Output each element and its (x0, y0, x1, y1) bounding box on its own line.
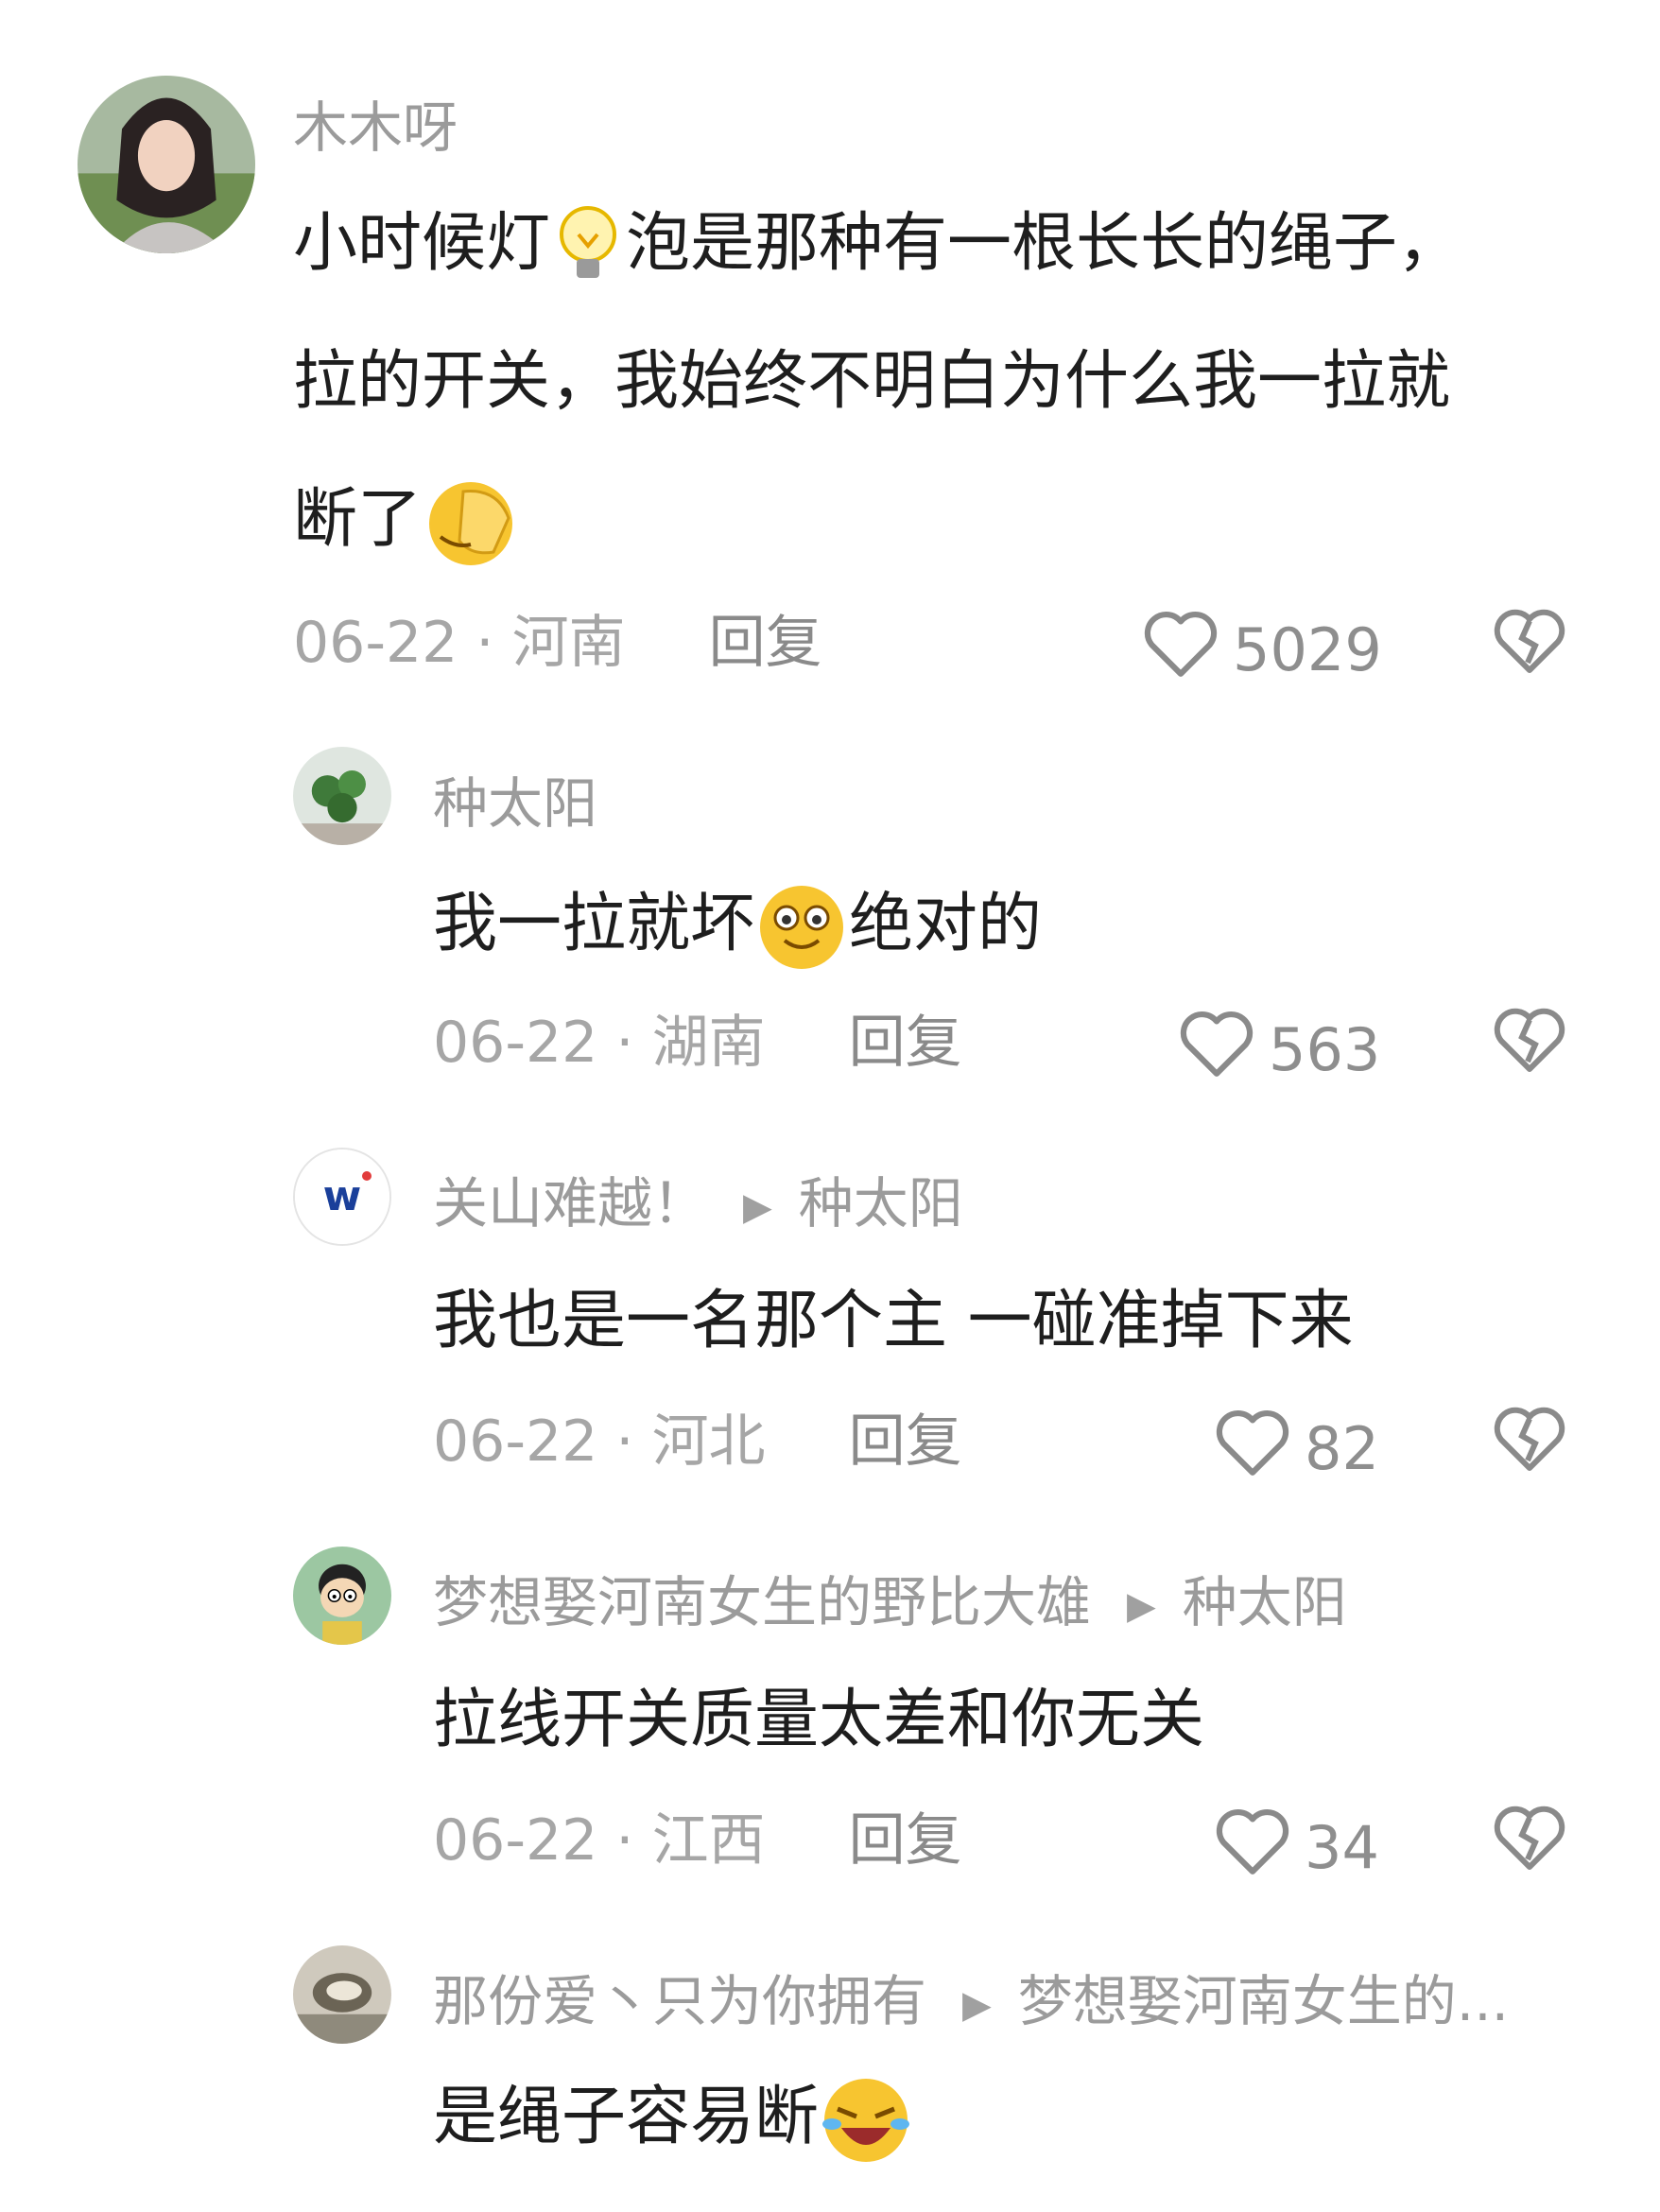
reply-target[interactable]: 梦想娶河南女生的... (1018, 1969, 1509, 2033)
comment-text-line: 断了 (293, 451, 520, 589)
facepalm-emoji (422, 476, 520, 569)
like-button[interactable]: 563 (1178, 1008, 1380, 1093)
avatar[interactable] (293, 1547, 391, 1645)
like-count: 34 (1305, 1813, 1379, 1882)
username-with-reply-target[interactable]: 关山难越！ ▶ 种太阳 (433, 1170, 963, 1240)
heart-outline-icon (1214, 1806, 1291, 1891)
comment-meta: 06-22 · 江西 回复 (433, 1807, 962, 1874)
reply-target[interactable]: 种太阳 (1183, 1570, 1347, 1634)
dislike-button[interactable] (1492, 1802, 1567, 1877)
smiling-face-emoji (754, 882, 849, 973)
avatar[interactable] (78, 76, 255, 253)
broken-heart-icon (1492, 1008, 1567, 1080)
reply-target[interactable]: 种太阳 (799, 1171, 963, 1236)
comment-text-line: 拉的开关，我始终不明白为什么我一拉就 (293, 344, 1451, 419)
username[interactable]: 木木呀 (293, 95, 458, 161)
laughing-crying-emoji (819, 2075, 913, 2166)
broken-heart-icon (1492, 609, 1567, 681)
reply-button[interactable]: 回复 (849, 1807, 962, 1874)
username[interactable]: 种太阳 (433, 770, 597, 837)
avatar[interactable] (293, 747, 391, 845)
svg-text:w: w (323, 1172, 362, 1220)
username[interactable]: 那份爱丶只为你拥有 (433, 1969, 926, 2033)
play-triangle-icon: ▶ (743, 1184, 772, 1229)
like-count: 5029 (1233, 615, 1382, 684)
username-with-reply-target[interactable]: 梦想娶河南女生的野比大雄 ▶ 种太阳 (433, 1569, 1347, 1639)
like-button[interactable]: 34 (1214, 1806, 1379, 1891)
reply-button[interactable]: 回复 (849, 1010, 962, 1076)
date-location: 06-22 · 河北 (433, 1408, 766, 1475)
username[interactable]: 关山难越！ (433, 1171, 707, 1236)
avatar[interactable]: w (293, 1148, 391, 1246)
comment-meta: 06-22 · 湖南 回复 (433, 1010, 962, 1076)
date-location: 06-22 · 江西 (433, 1807, 766, 1874)
heart-outline-icon (1178, 1008, 1255, 1093)
comment-text: 是绳子容易断 (433, 2048, 913, 2186)
play-triangle-icon: ▶ (962, 1982, 992, 2027)
comment-text: 我也是一名那个主 一碰准掉下来 (433, 1284, 1354, 1358)
comment-text: 我一拉就坏 绝对的 (433, 855, 1042, 994)
username-with-reply-target[interactable]: 那份爱丶只为你拥有 ▶ 梦想娶河南女生的... (433, 1968, 1509, 2038)
heart-outline-icon (1214, 1407, 1291, 1492)
like-button[interactable]: 5029 (1142, 608, 1382, 693)
like-count: 82 (1305, 1414, 1379, 1483)
dislike-button[interactable] (1492, 605, 1567, 681)
dislike-button[interactable] (1492, 1403, 1567, 1478)
broken-heart-icon (1492, 1407, 1567, 1478)
reply-button[interactable]: 回复 (849, 1408, 962, 1475)
avatar[interactable] (293, 1945, 391, 2044)
like-count: 563 (1269, 1015, 1381, 1084)
username[interactable]: 梦想娶河南女生的野比大雄 (433, 1570, 1091, 1634)
broken-heart-icon (1492, 1806, 1567, 1877)
comment-meta: 06-22 · 河北 回复 (433, 1408, 962, 1475)
like-button[interactable]: 82 (1214, 1407, 1379, 1492)
play-triangle-icon: ▶ (1127, 1583, 1156, 1628)
lightbulb-emoji (550, 204, 626, 289)
comment-text: 拉线开关质量太差和你无关 (433, 1683, 1205, 1757)
comment-meta: 06-22 · 河南 回复 (293, 610, 822, 676)
comment-text: 小时候灯 泡是那种有一根长长的绳子， (293, 175, 1461, 313)
date-location: 06-22 · 湖南 (433, 1010, 766, 1076)
dislike-button[interactable] (1492, 1004, 1567, 1080)
heart-outline-icon (1142, 608, 1219, 693)
reply-button[interactable]: 回复 (709, 610, 822, 676)
date-location: 06-22 · 河南 (293, 610, 626, 676)
